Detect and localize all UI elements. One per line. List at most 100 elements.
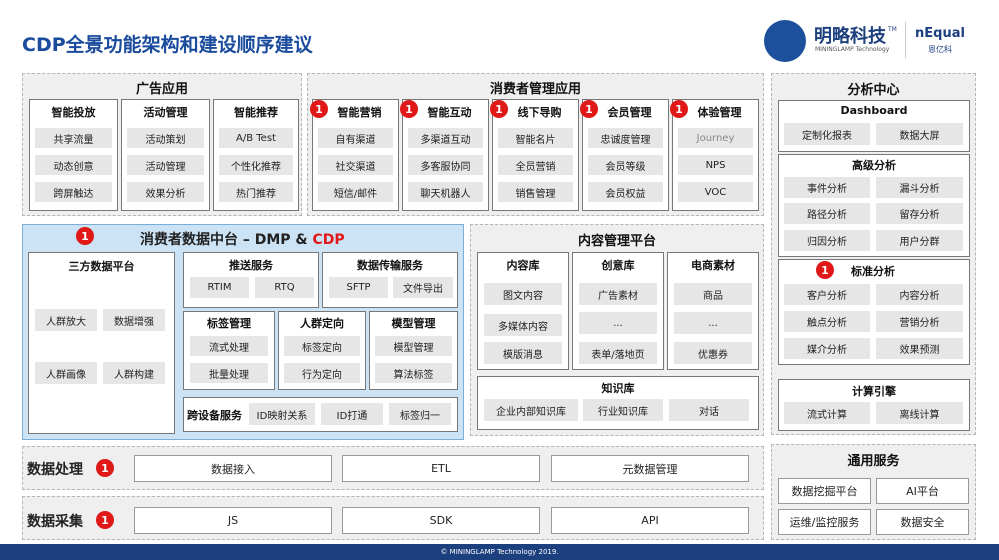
dmp-item[interactable]: ID打通 (321, 403, 383, 425)
dmp-item[interactable]: 文件导出 (393, 277, 453, 298)
ad-title: 广告应用 (135, 82, 188, 97)
ad-item[interactable]: A/B Test (219, 128, 293, 148)
logo-divider (905, 22, 906, 58)
content-item[interactable]: 对话 (669, 399, 749, 421)
dmp-item[interactable]: RTQ (255, 277, 314, 298)
dmp-item[interactable]: 流式处理 (190, 336, 268, 356)
dmp-item[interactable]: 算法标签 (375, 363, 452, 383)
consumer-item[interactable]: 多客服协同 (408, 155, 483, 175)
analysis-item[interactable]: 漏斗分析 (876, 177, 963, 198)
content-item[interactable]: 图文内容 (484, 283, 562, 305)
analysis-item[interactable]: 触点分析 (784, 311, 870, 332)
dmp-title: 消费者数据中台 – DMP & CDP (140, 229, 345, 249)
dmp-item[interactable]: 人群画像 (35, 362, 97, 384)
analysis-item[interactable]: 留存分析 (876, 203, 963, 224)
ad-item[interactable]: 热门推荐 (219, 182, 293, 202)
consumer-col-4-header: 会员管理 (607, 106, 652, 119)
ad-col-2-header: 活动管理 (143, 106, 188, 119)
analysis-item[interactable]: 定制化报表 (784, 123, 870, 145)
processing-item[interactable]: 数据接入 (134, 455, 332, 482)
processing-item[interactable]: ETL (342, 455, 540, 482)
ad-item[interactable]: 跨屏触达 (35, 182, 112, 202)
ad-col-1-header: 智能投放 (51, 106, 96, 119)
consumer-item[interactable]: 聊天机器人 (408, 182, 483, 202)
third-party-header: 三方数据平台 (68, 260, 135, 273)
ad-item[interactable]: 活动管理 (127, 155, 204, 175)
analysis-item[interactable]: 流式计算 (784, 402, 870, 424)
collection-item[interactable]: API (551, 507, 749, 534)
ad-item[interactable]: 共享流量 (35, 128, 112, 148)
consumer-item[interactable]: 忠诚度管理 (588, 128, 663, 148)
trademark: TM (888, 26, 897, 33)
analysis-item[interactable]: 路径分析 (784, 203, 870, 224)
dmp-item[interactable]: 行为定向 (284, 363, 360, 383)
content-item[interactable]: 模版消息 (484, 342, 562, 364)
content-item[interactable]: 行业知识库 (583, 399, 663, 421)
content-item[interactable]: ... (579, 312, 657, 334)
ad-item[interactable]: 效果分析 (127, 182, 204, 202)
creative-header: 创意库 (601, 259, 635, 272)
dmp-item[interactable]: 模型管理 (375, 336, 452, 356)
dmp-title-cdp: CDP (312, 232, 345, 248)
dmp-item[interactable]: 人群放大 (35, 309, 97, 331)
consumer-item[interactable]: 自有渠道 (318, 128, 393, 148)
dmp-item[interactable]: SFTP (329, 277, 388, 298)
general-item[interactable]: 数据安全 (876, 509, 969, 535)
ad-item[interactable]: 活动策划 (127, 128, 204, 148)
slide: CDP全景功能架构和建设顺序建议 明略科技 TM MININGLAMP Tech… (0, 0, 999, 560)
ecom-header: 电商素材 (691, 259, 735, 272)
content-item[interactable]: 广告素材 (579, 283, 657, 305)
content-item[interactable]: 商品 (674, 283, 752, 305)
consumer-item[interactable]: 会员权益 (588, 182, 663, 202)
ad-item[interactable]: 动态创意 (35, 155, 112, 175)
consumer-title: 消费者管理应用 (489, 82, 581, 97)
consumer-item[interactable]: 短信/邮件 (318, 182, 393, 202)
analysis-item[interactable]: 效果预测 (876, 338, 963, 359)
consumer-item[interactable]: NPS (678, 155, 753, 175)
analysis-item[interactable]: 事件分析 (784, 177, 870, 198)
analysis-item[interactable]: 营销分析 (876, 311, 963, 332)
dmp-item[interactable]: ID映射关系 (249, 403, 315, 425)
collection-item[interactable]: SDK (342, 507, 540, 534)
content-item[interactable]: 企业内部知识库 (484, 399, 578, 421)
collection-label: 数据采集 (27, 514, 83, 530)
dmp-item[interactable]: 标签归一 (389, 403, 451, 425)
consumer-item[interactable]: 销售管理 (498, 182, 573, 202)
mininglamp-sub: MININGLAMP Technology (815, 46, 890, 53)
dmp-item[interactable]: 数据增强 (103, 309, 165, 331)
dmp-item[interactable]: 标签定向 (284, 336, 360, 356)
analysis-item[interactable]: 离线计算 (876, 402, 963, 424)
content-item[interactable]: 多媒体内容 (484, 314, 562, 336)
transfer-header: 数据传输服务 (357, 259, 423, 272)
nequal-sub: 恩亿科 (928, 45, 952, 54)
consumer-item[interactable]: 智能名片 (498, 128, 573, 148)
dmp-item[interactable]: 批量处理 (190, 363, 268, 383)
consumer-item[interactable]: 全员营销 (498, 155, 573, 175)
dashboard-header: Dashboard (840, 104, 908, 117)
consumer-item[interactable]: 社交渠道 (318, 155, 393, 175)
content-item[interactable]: ... (674, 312, 752, 334)
analysis-item[interactable]: 媒介分析 (784, 338, 870, 359)
consumer-item[interactable]: Journey (678, 128, 753, 148)
analysis-item[interactable]: 归因分析 (784, 230, 870, 251)
consumer-item[interactable]: 多渠道互动 (408, 128, 483, 148)
processing-item[interactable]: 元数据管理 (551, 455, 749, 482)
dmp-item[interactable]: RTIM (190, 277, 249, 298)
ad-item[interactable]: 个性化推荐 (219, 155, 293, 175)
consumer-item[interactable]: 会员等级 (588, 155, 663, 175)
general-item[interactable]: 运维/监控服务 (778, 509, 871, 535)
analysis-item[interactable]: 用户分群 (876, 230, 963, 251)
consumer-col-2-header: 智能互动 (427, 106, 472, 119)
content-item[interactable]: 表单/落地页 (579, 342, 657, 364)
general-item[interactable]: AI平台 (876, 478, 969, 504)
collection-item[interactable]: JS (134, 507, 332, 534)
analysis-title: 分析中心 (847, 83, 900, 98)
analysis-item[interactable]: 数据大屏 (876, 123, 963, 145)
processing-label: 数据处理 (27, 462, 83, 478)
analysis-item[interactable]: 内容分析 (876, 284, 963, 305)
content-item[interactable]: 优惠券 (674, 342, 752, 364)
general-item[interactable]: 数据挖掘平台 (778, 478, 871, 504)
analysis-item[interactable]: 客户分析 (784, 284, 870, 305)
consumer-item[interactable]: VOC (678, 182, 753, 202)
dmp-item[interactable]: 人群构建 (103, 362, 165, 384)
